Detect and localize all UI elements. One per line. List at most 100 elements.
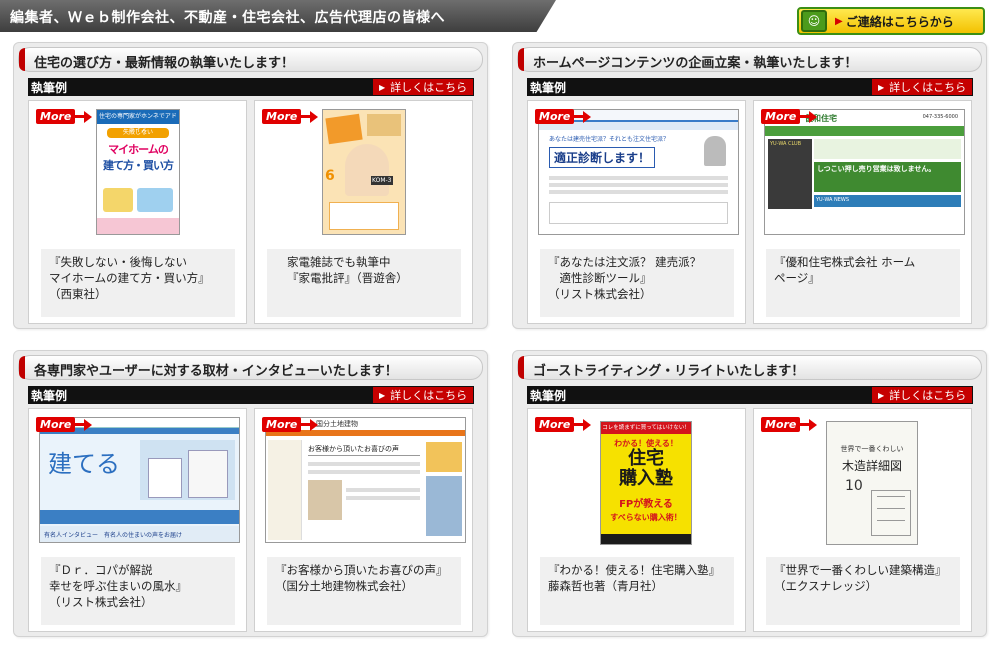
card-caption: 『わかる！使える！住宅購入塾』 藤森哲也著（青月社）	[540, 557, 734, 625]
thumb-text: FPが教える	[619, 499, 673, 510]
thumb-text: すべらない購入術！	[610, 513, 682, 522]
example-label: 執筆例	[31, 389, 68, 403]
panel-title: ホームページコンテンツの企画立案・執筆いたします！	[533, 56, 858, 71]
example-card[interactable]: 住宅の専門家がホンネでアドバイス 失敗しない マイホームの 建て方・買い方 Mo…	[28, 100, 247, 324]
caption-line: （リスト株式会社）	[49, 595, 153, 609]
thumb-text: KOM-3	[371, 176, 393, 185]
caption-line: （リスト株式会社）	[548, 287, 652, 301]
website-thumbnail[interactable]: 優和住宅 047-335-6000 YU-WA CLUB しつこい押し売り営業は…	[764, 109, 965, 235]
more-label: More	[535, 109, 575, 124]
panel-title-bar: 住宅の選び方・最新情報の執筆いたします！	[18, 47, 483, 72]
example-card[interactable]: 優和住宅 047-335-6000 YU-WA CLUB しつこい押し売り営業は…	[753, 100, 972, 324]
card-caption: 『失敗しない・後悔しない マイホームの建て方・買い方』 （西東社）	[41, 249, 235, 317]
arrow-icon: ▶	[835, 15, 843, 27]
caption-line: 『あなたは注文派？ 建売派？	[548, 255, 702, 269]
play-icon: ▶	[878, 82, 885, 92]
contact-button[interactable]: ☺ ▶ ご連絡はこちらから	[797, 7, 985, 35]
card-caption: 『優和住宅株式会社 ホーム ページ』	[766, 249, 960, 317]
more-badge[interactable]: More	[262, 108, 319, 125]
example-label: 執筆例	[31, 81, 68, 95]
thumb-text: 購入塾	[619, 468, 673, 489]
example-card[interactable]: コレを読まずに買ってはいけない！ わかる！使える！ 住宅 購入塾 FPが教える …	[527, 408, 746, 632]
book-cover-thumbnail[interactable]: 世界で一番くわしい 木造詳細図 10	[826, 421, 918, 545]
panel-title-bar: ゴーストライティング・リライトいたします！	[517, 355, 982, 380]
thumb-text: 住宅の専門家がホンネでアドバイス	[97, 110, 179, 134]
card-caption: 『あなたは注文派？ 建売派？ 適性診断ツール』 （リスト株式会社）	[540, 249, 734, 317]
book-cover-thumbnail[interactable]: コレを読まずに買ってはいけない！ わかる！使える！ 住宅 購入塾 FPが教える …	[600, 421, 692, 545]
detail-label: 詳しくはこちら	[889, 389, 967, 402]
card-caption: 『お客様から頂いたお喜びの声』 （国分土地建物株式会社）	[267, 557, 461, 625]
caption-line: マイホームの建て方・買い方』	[49, 271, 210, 285]
website-thumbnail[interactable]: 建てる 有名人インタビュー 有名人の住まいの声をお届け	[39, 417, 240, 543]
thumb-text: お客様から頂いたお喜びの声	[308, 444, 420, 456]
thumb-text: 有名人インタビュー 有名人の住まいの声をお届け	[40, 526, 239, 542]
more-label: More	[36, 109, 76, 124]
play-icon: ▶	[379, 82, 386, 92]
magazine-page-thumbnail[interactable]: 6 KOM-3	[322, 109, 406, 235]
page-title: 編集者、Ｗｅｂ制作会社、不動産・住宅会社、広告代理店の皆様へ	[10, 10, 445, 26]
play-icon: ▶	[878, 390, 885, 400]
more-badge[interactable]: More	[36, 108, 93, 125]
more-badge[interactable]: More	[262, 416, 319, 433]
panel-title: 住宅の選び方・最新情報の執筆いたします！	[34, 56, 295, 71]
website-thumbnail[interactable]: あなたは建売住宅派？それとも注文住宅派？ 適正診断します！	[538, 109, 739, 235]
more-label: More	[535, 417, 575, 432]
thumb-text: 047-335-6000	[922, 114, 958, 120]
more-badge[interactable]: More	[761, 108, 818, 125]
detail-button[interactable]: ▶ 詳しくはこちら	[872, 79, 972, 95]
caption-line: 『家電批評』（晋遊舎）	[287, 271, 408, 285]
detail-label: 詳しくはこちら	[889, 81, 967, 94]
caption-line: 『わかる！使える！住宅購入塾』	[548, 563, 721, 577]
more-label: More	[761, 109, 801, 124]
panel-interviews: 各専門家やユーザーに対する取材・インタビューいたします！ 執筆例 ▶ 詳しくはこち…	[13, 350, 488, 637]
thumb-text: 世界で一番くわしい	[840, 445, 904, 453]
example-card[interactable]: 建てる 有名人インタビュー 有名人の住まいの声をお届け More 『Ｄｒ．コパが…	[28, 408, 247, 632]
more-badge[interactable]: More	[535, 108, 592, 125]
more-label: More	[262, 109, 302, 124]
book-cover-thumbnail[interactable]: 住宅の専門家がホンネでアドバイス 失敗しない マイホームの 建て方・買い方	[96, 109, 180, 235]
thumb-text: 6	[325, 168, 335, 184]
smiley-icon: ☺	[801, 10, 827, 32]
more-badge[interactable]: More	[761, 416, 818, 433]
card-caption: 家電雑誌でも執筆中 『家電批評』（晋遊舎）	[267, 249, 461, 317]
more-label: More	[36, 417, 76, 432]
contact-label: ご連絡はこちらから	[845, 14, 954, 29]
example-label: 執筆例	[530, 81, 567, 95]
detail-button[interactable]: ▶ 詳しくはこちら	[373, 79, 473, 95]
caption-line: （エクスナレッジ）	[774, 579, 878, 593]
panel-housing-info: 住宅の選び方・最新情報の執筆いたします！ 執筆例 ▶ 詳しくはこちら 住宅の専門家…	[13, 42, 488, 329]
caption-line: 『優和住宅株式会社 ホーム	[774, 255, 916, 269]
website-thumbnail[interactable]: 国分土地建物 お客様から頂いたお喜びの声	[265, 417, 466, 543]
detail-label: 詳しくはこちら	[390, 389, 468, 402]
caption-line: 適性診断ツール』	[548, 271, 652, 285]
detail-button[interactable]: ▶ 詳しくはこちら	[872, 387, 972, 403]
caption-line: 『お客様から頂いたお喜びの声』	[275, 563, 448, 577]
example-card[interactable]: 6 KOM-3 More 家電雑誌でも執筆中 『家電批評』（晋遊舎）	[254, 100, 473, 324]
example-card[interactable]: 世界で一番くわしい 木造詳細図 10 More 『世界で一番くわしい建築構造』 …	[753, 408, 972, 632]
card-caption: 『世界で一番くわしい建築構造』 （エクスナレッジ）	[766, 557, 960, 625]
detail-label: 詳しくはこちら	[390, 81, 468, 94]
more-badge[interactable]: More	[535, 416, 592, 433]
thumb-text: YU-WA NEWS	[814, 195, 961, 207]
panel-title: ゴーストライティング・リライトいたします！	[533, 364, 805, 379]
panel-title-bar: 各専門家やユーザーに対する取材・インタビューいたします！	[18, 355, 483, 380]
thumb-text: 住宅	[628, 448, 664, 469]
caption-line: 幸せを呼ぶ住まいの風水』	[49, 579, 187, 593]
caption-line: （西東社）	[49, 287, 107, 301]
example-card[interactable]: あなたは建売住宅派？それとも注文住宅派？ 適正診断します！ More 『あなたは…	[527, 100, 746, 324]
caption-line: 家電雑誌でも執筆中	[287, 255, 391, 269]
more-badge[interactable]: More	[36, 416, 93, 433]
thumb-text: 失敗しない	[107, 128, 169, 138]
card-caption: 『Ｄｒ．コパが解説 幸せを呼ぶ住まいの風水』 （リスト株式会社）	[41, 557, 235, 625]
panel-homepage-content: ホームページコンテンツの企画立案・執筆いたします！ 執筆例 ▶ 詳しくはこちら あ…	[512, 42, 987, 329]
example-label: 執筆例	[530, 389, 567, 403]
thumb-text: YU-WA CLUB	[768, 139, 812, 209]
example-card[interactable]: 国分土地建物 お客様から頂いたお喜びの声 More 『お客様から頂いたお喜びの声…	[254, 408, 473, 632]
detail-button[interactable]: ▶ 詳しくはこちら	[373, 387, 473, 403]
thumb-text: マイホームの	[108, 143, 169, 156]
thumb-text: 適正診断します！	[549, 147, 656, 168]
caption-line: ページ』	[774, 271, 820, 285]
thumb-text: しつこい押し売り営業は致しません。	[814, 162, 961, 192]
panel-title-bar: ホームページコンテンツの企画立案・執筆いたします！	[517, 47, 982, 72]
panel-ghostwriting: ゴーストライティング・リライトいたします！ 執筆例 ▶ 詳しくはこちら コレを読ま…	[512, 350, 987, 637]
